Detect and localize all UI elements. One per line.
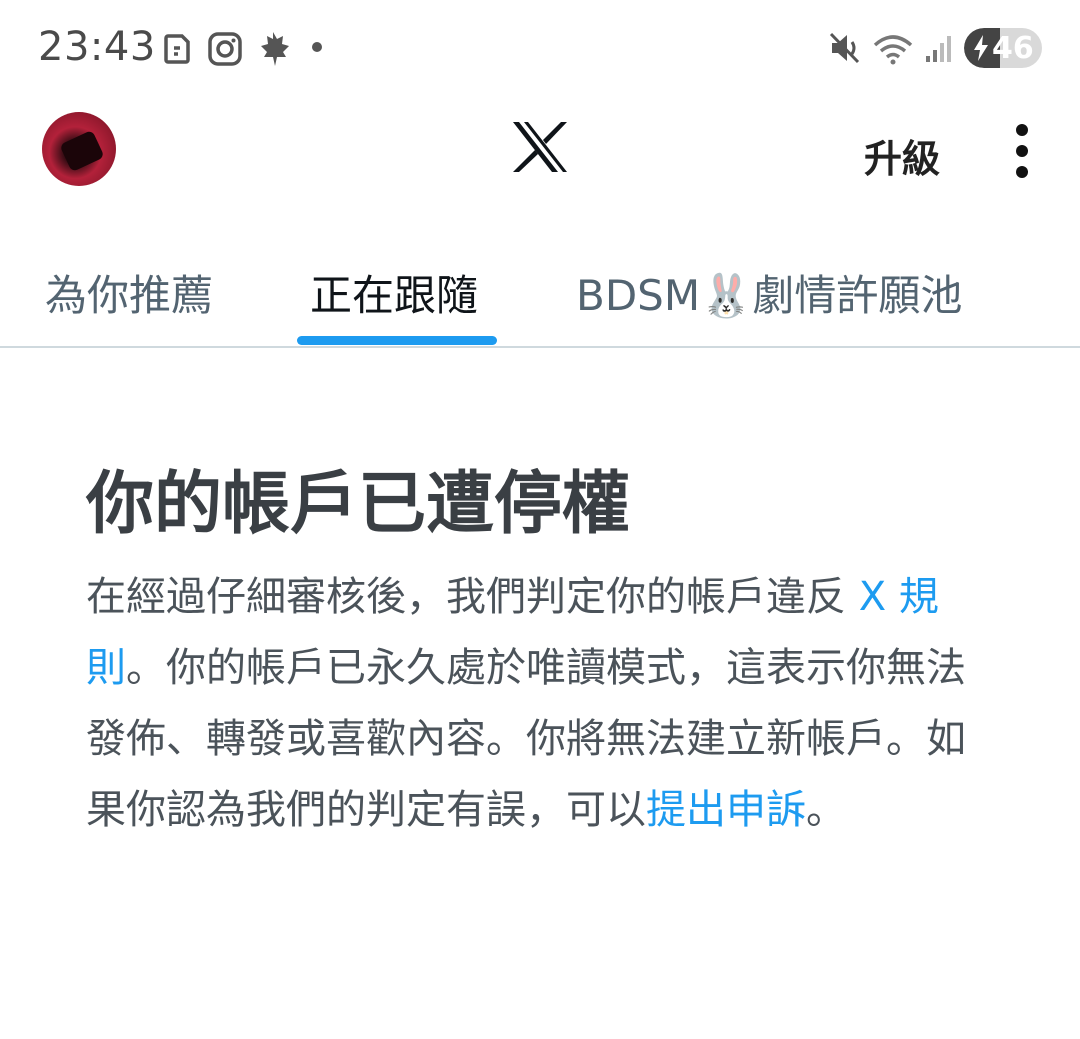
maple-leaf-icon [261, 32, 289, 66]
instagram-icon [208, 32, 242, 66]
appeal-link[interactable]: 提出申訴 [646, 787, 806, 833]
avatar[interactable] [42, 112, 116, 186]
status-bar: 23:43 46 [0, 0, 1080, 96]
active-tab-indicator [297, 336, 497, 345]
battery-percent: 46 [992, 31, 1034, 66]
tab-for-you[interactable]: 為你推薦 [45, 262, 213, 323]
x-logo-icon[interactable] [511, 120, 569, 174]
more-vertical-icon[interactable] [1010, 124, 1034, 178]
app-header: 升級 [0, 96, 1080, 206]
mute-icon [829, 32, 860, 64]
battery-charging-icon: 46 [964, 28, 1042, 68]
message-text: 。 [806, 787, 846, 833]
tab-following[interactable]: 正在跟隨 [310, 262, 478, 323]
more-dot-icon [312, 42, 322, 52]
wifi-icon [873, 35, 913, 65]
message-text: 在經過仔細審核後，我們判定你的帳戶違反 [86, 574, 859, 620]
tab-bdsm-list[interactable]: BDSM🐰劇情許願池 [576, 262, 962, 323]
suspension-message: 在經過仔細審核後，我們判定你的帳戶違反 X 規則。你的帳戶已永久處於唯讀模式，這… [86, 562, 976, 846]
signal-icon [926, 36, 951, 62]
notification-app-icon [164, 34, 190, 64]
upgrade-button[interactable]: 升級 [864, 128, 940, 183]
status-time: 23:43 [38, 24, 156, 70]
divider [0, 346, 1080, 348]
page-title: 你的帳戶已遭停權 [86, 465, 631, 544]
feed-tabs: 為你推薦 正在跟隨 BDSM🐰劇情許願池 [0, 240, 1080, 348]
